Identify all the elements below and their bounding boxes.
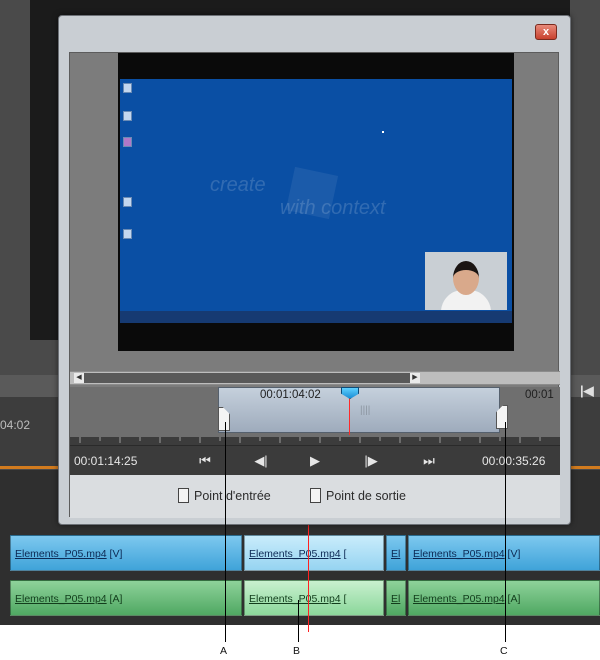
watermark-text: with context [280,197,386,219]
timeline-playhead[interactable] [308,520,309,632]
step-forward-button[interactable]: |▶ [358,450,384,472]
play-button[interactable]: ▶ [302,450,328,472]
scroll-thumb[interactable] [84,373,420,383]
in-out-bar: Point d'entrée Point de sortie [70,475,560,518]
desktop-icon [123,229,132,239]
set-out-point-button[interactable]: Point de sortie [310,488,406,503]
video-clip-1[interactable]: Elements_P05.mp4 [V] [10,535,242,571]
current-time-line [349,399,350,435]
scroll-right-icon[interactable]: ▶ [410,373,420,383]
preview-panel: create with context ◀ ▶ 00:01:04:02 00:0… [69,52,560,518]
trim-timeline[interactable]: 00:01:04:02 00:01 |||| [70,387,560,437]
time-ruler-ticks [70,437,560,445]
audio-clip-2[interactable]: Elements_P05.mp4 [ [244,580,384,616]
step-back-button[interactable]: ◀| [248,450,274,472]
scroll-left-icon[interactable]: ◀ [74,373,84,383]
callout-b-label: B [293,645,301,657]
callout-b-line [298,600,299,642]
video-clip-2[interactable]: Elements_P05.mp4 [ [244,535,384,571]
desktop-icon [123,83,132,93]
watermark-text: create [210,174,266,196]
in-point-timecode[interactable]: 00:01:14:25 [74,454,137,468]
close-button[interactable]: x [535,24,557,40]
video-clip-3[interactable]: El [386,535,406,571]
webcam-overlay [425,252,507,310]
preview-scrollbar[interactable]: ◀ ▶ [70,371,560,385]
mouse-cursor [382,131,384,133]
desktop-icon [123,137,132,147]
presenter-face [453,261,479,295]
timeline-timecode: 04:02 [0,418,31,432]
desktop-icon [123,111,132,121]
callout-a-line [225,422,226,642]
out-point-label: Point de sortie [326,489,406,503]
callout-a-label: A [220,645,228,657]
desktop-icon [123,197,132,207]
callout-c-line [505,422,506,642]
current-timecode: 00:01:04:02 [260,389,321,401]
range-grip[interactable]: |||| [360,405,370,416]
out-point-icon [310,488,321,503]
video-preview: create with context [118,53,514,351]
desktop-taskbar [120,311,512,323]
go-to-start-icon[interactable]: |◀ [580,383,594,399]
out-point-timecode[interactable]: 00:00:35:26 [482,454,545,468]
audio-clip-3[interactable]: El [386,580,406,616]
preview-frame: create with context [120,79,512,323]
audio-clip-1[interactable]: Elements_P05.mp4 [A] [10,580,242,616]
trim-dialog: x create with context ◀ ▶ 00:01:04:02 00… [58,15,571,525]
callout-c-label: C [500,645,508,657]
audio-clip-4[interactable]: Elements_P05.mp4 [A] [408,580,600,616]
video-clip-4[interactable]: Elements_P05.mp4 [V] [408,535,600,571]
go-to-in-point-button[interactable]: ⏮ [192,450,218,472]
right-timecode: 00:01 [525,389,554,401]
go-to-out-point-button[interactable]: ⏭ [416,450,442,472]
in-point-icon [178,488,189,503]
in-point-label: Point d'entrée [194,489,271,503]
transport-controls: 00:01:14:25 ⏮ ◀| ▶ |▶ ⏭ 00:00:35:26 [70,445,560,475]
